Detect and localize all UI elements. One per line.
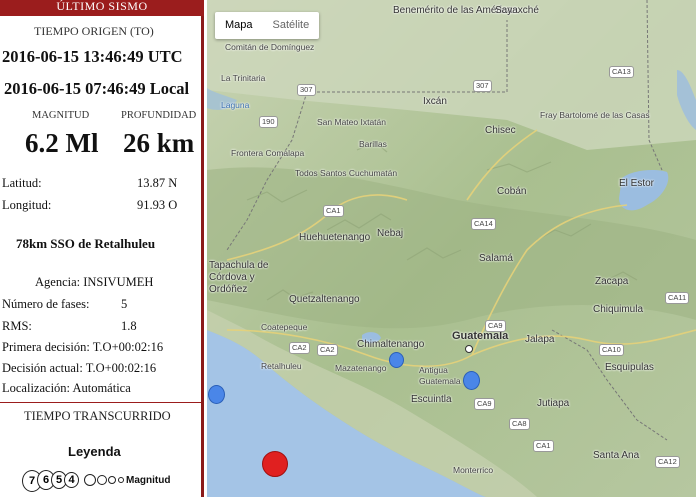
- latitude-value: 13.87 N: [137, 176, 178, 190]
- capital-marker-icon: [465, 345, 473, 353]
- magnitude-value: 6.2 Ml: [25, 128, 99, 158]
- label-jalapa: Jalapa: [525, 334, 555, 345]
- terrain-map[interactable]: Benemérito de las Américas Sayaxché Comi…: [207, 0, 696, 497]
- label-comitan: Comitán de Domínguez: [225, 42, 315, 52]
- road-shield: CA1: [533, 440, 554, 452]
- label-laguna: Laguna: [221, 100, 250, 110]
- label-escuintla: Escuintla: [411, 394, 452, 405]
- map-type-satellite-button[interactable]: Satélite: [263, 12, 320, 39]
- agency: Agencia: INSIVUMEH: [35, 275, 154, 289]
- label-nebaj: Nebaj: [377, 228, 404, 239]
- road-shield: 190: [259, 116, 278, 128]
- map-type-map-button[interactable]: Mapa: [215, 12, 263, 39]
- legend-mag-2: [97, 475, 107, 485]
- relative-location: 78km SSO de Retalhuleu: [16, 236, 156, 251]
- legend-mag-0: [118, 477, 124, 483]
- earthquake-marker[interactable]: [208, 385, 225, 404]
- utc-time: 2016-06-15 13:46:49 UTC: [2, 47, 183, 66]
- panel-header: ÚLTIMO SISMO: [0, 0, 204, 16]
- origin-time-label: TIEMPO ORIGEN (TO): [34, 24, 154, 38]
- label-huehuetenango: Huehuetenango: [299, 232, 371, 243]
- road-shield: 307: [297, 84, 316, 96]
- road-shield: CA13: [609, 66, 634, 78]
- label-retalhuleu: Retalhuleu: [261, 361, 302, 371]
- localization-mode: Localización: Automática: [2, 381, 131, 395]
- label-salama: Salamá: [479, 253, 513, 264]
- label-ixcan: Ixcán: [423, 96, 447, 107]
- legend-mag-1: [108, 476, 116, 484]
- current-decision: Decisión actual: T.O+00:02:16: [2, 361, 157, 375]
- label-coban: Cobán: [497, 186, 527, 197]
- road-shield: CA9: [474, 398, 495, 410]
- road-shield: CA14: [471, 218, 496, 230]
- road-shield: CA2: [289, 342, 310, 354]
- legend-title: Leyenda: [68, 444, 121, 459]
- label-quetzaltenango: Quetzaltenango: [289, 294, 360, 305]
- road-shield: CA12: [655, 456, 680, 468]
- label-jutiapa: Jutiapa: [537, 398, 570, 409]
- label-san-mateo: San Mateo Ixtatán: [317, 117, 386, 127]
- panel-divider: [0, 402, 201, 403]
- road-shield: CA10: [599, 344, 624, 356]
- label-monterrico: Monterrico: [453, 465, 494, 475]
- local-time: 2016-06-15 07:46:49 Local: [4, 79, 190, 98]
- longitude-value: 91.93 O: [137, 198, 178, 212]
- label-chisec: Chisec: [485, 125, 516, 136]
- label-el-estor: El Estor: [619, 178, 655, 189]
- label-sayaxche: Sayaxché: [495, 5, 539, 16]
- phases-label: Número de fases:: [2, 297, 90, 311]
- depth-label: PROFUNDIDAD: [121, 110, 197, 121]
- earthquake-marker[interactable]: [389, 352, 404, 368]
- label-zacapa: Zacapa: [595, 276, 629, 287]
- label-todos-santos: Todos Santos Cuchumatán: [295, 168, 398, 178]
- depth-value: 26 km: [123, 128, 195, 158]
- label-fray: Fray Bartolomé de las Casas: [540, 110, 650, 120]
- label-esquipulas: Esquipulas: [605, 362, 654, 373]
- label-santa-ana: Santa Ana: [593, 450, 640, 461]
- legend-suffix: Magnitud: [126, 475, 171, 486]
- earthquake-info-panel: ÚLTIMO SISMO TIEMPO ORIGEN (TO) 2016-06-…: [0, 0, 204, 497]
- phases-value: 5: [121, 297, 128, 311]
- longitude-label: Longitud:: [2, 198, 52, 212]
- rms-label: RMS:: [2, 319, 32, 333]
- road-shield: 307: [473, 80, 492, 92]
- label-tapachula: Tapachula de Córdova y Ordóñez: [209, 260, 269, 295]
- rms-value: 1.8: [121, 319, 137, 333]
- label-coatepeque: Coatepeque: [261, 322, 308, 332]
- latitude-label: Latitud:: [2, 176, 42, 190]
- earthquake-marker[interactable]: [463, 371, 480, 390]
- first-decision: Primera decisión: T.O+00:02:16: [2, 340, 164, 354]
- earthquake-marker-large[interactable]: [262, 451, 288, 477]
- label-chiquimula: Chiquimula: [593, 304, 644, 315]
- magnitude-label: MAGNITUD: [32, 110, 90, 121]
- elapsed-time-label: TIEMPO TRANSCURRIDO: [24, 409, 171, 423]
- map-type-control: Mapa Satélite: [215, 12, 320, 39]
- legend-mag-4: 4: [64, 472, 79, 488]
- label-la-trinitaria: La Trinitaria: [221, 73, 266, 83]
- label-frontera: Frontera Comalapa: [231, 148, 305, 158]
- road-shield: CA9: [485, 320, 506, 332]
- road-shield: CA1: [323, 205, 344, 217]
- label-mazatenango: Mazatenango: [335, 363, 387, 373]
- label-barillas: Barillas: [359, 139, 387, 149]
- road-shield: CA8: [509, 418, 530, 430]
- road-shield: CA11: [665, 292, 690, 304]
- legend-mag-3: [84, 474, 96, 486]
- road-shield: CA2: [317, 344, 338, 356]
- label-chimaltenango: Chimaltenango: [357, 339, 425, 350]
